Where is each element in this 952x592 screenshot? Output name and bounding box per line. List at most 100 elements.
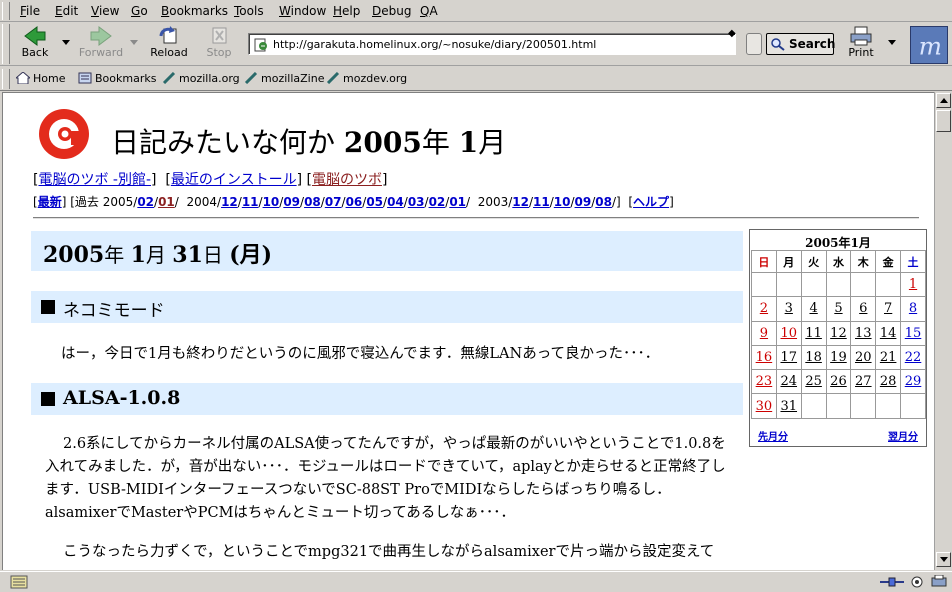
calendar-day-cell[interactable]: 22 (900, 344, 926, 371)
calendar-day-link[interactable]: 24 (780, 374, 797, 389)
menu-file[interactable]: File (20, 4, 40, 18)
bookmark-mozillazine[interactable]: mozillaZine (244, 71, 324, 85)
archive-month-link[interactable]: 08 (304, 195, 321, 209)
calendar-next-month-link[interactable]: 翌月分 (888, 428, 918, 443)
archive-latest-link[interactable]: 最新 (38, 195, 62, 209)
calendar-day-cell[interactable]: 25 (800, 369, 827, 395)
archive-month-link[interactable]: 11 (533, 195, 550, 209)
vertical-scrollbar[interactable] (934, 92, 952, 570)
calendar-day-link[interactable]: 8 (909, 301, 917, 316)
forward-button[interactable]: Forward (76, 24, 126, 64)
calendar-day-link[interactable]: 12 (830, 326, 847, 341)
calendar-day-cell[interactable]: 16 (751, 344, 777, 371)
print-button[interactable]: Print (836, 24, 886, 64)
bookbar-grip[interactable] (2, 69, 10, 89)
calendar-day-link[interactable]: 14 (880, 326, 897, 341)
menu-tools[interactable]: Tools (234, 4, 264, 18)
url-bar[interactable]: http://garakuta.homelinux.org/~nosuke/di… (248, 33, 736, 55)
forward-dropdown-icon[interactable] (130, 40, 138, 45)
print-dropdown-icon[interactable] (888, 40, 896, 45)
archive-month-link[interactable]: 07 (325, 195, 342, 209)
calendar-day-link[interactable]: 27 (855, 374, 872, 389)
archive-month-link[interactable]: 01 (449, 195, 466, 209)
menubar-grip[interactable] (2, 2, 10, 20)
calendar-day-cell[interactable]: 24 (775, 369, 802, 395)
scroll-thumb[interactable] (936, 110, 951, 132)
calendar-prev-month-link[interactable]: 先月分 (758, 428, 788, 443)
bookmark-bookmarks[interactable]: Bookmarks (78, 72, 156, 85)
calendar-day-cell[interactable]: 21 (875, 344, 902, 371)
calendar-day-cell[interactable]: 23 (751, 369, 777, 395)
online-status-icon[interactable] (880, 575, 904, 589)
calendar-day-cell[interactable]: 31 (775, 393, 802, 419)
archive-month-link[interactable]: 08 (595, 195, 612, 209)
calendar-day-link[interactable]: 29 (905, 374, 922, 389)
calendar-day-cell[interactable]: 17 (775, 344, 802, 371)
calendar-day-cell[interactable]: 11 (800, 320, 827, 346)
calendar-day-link[interactable]: 22 (905, 350, 922, 365)
calendar-day-link[interactable]: 15 (905, 326, 922, 341)
search-button[interactable]: Search (766, 33, 835, 55)
archive-help-link[interactable]: ヘルプ (633, 195, 669, 209)
calendar-day-cell[interactable]: 12 (825, 320, 852, 346)
archive-month-link[interactable]: 04 (387, 195, 404, 209)
security-icon[interactable] (908, 575, 926, 589)
calendar-day-cell[interactable]: 10 (775, 320, 802, 346)
calendar-day-link[interactable]: 10 (780, 326, 797, 341)
archive-month-link[interactable]: 09 (283, 195, 300, 209)
calendar-day-link[interactable]: 25 (805, 374, 822, 389)
page-proxy-icon[interactable] (253, 37, 269, 53)
archive-month-link[interactable]: 12 (512, 195, 529, 209)
calendar-day-link[interactable]: 23 (756, 374, 773, 389)
calendar-day-cell[interactable]: 18 (800, 344, 827, 371)
print-preview-icon[interactable] (930, 575, 948, 589)
archive-month-link[interactable]: 02 (429, 195, 446, 209)
calendar-day-link[interactable]: 5 (834, 301, 842, 316)
url-text[interactable]: http://garakuta.homelinux.org/~nosuke/di… (273, 38, 596, 51)
back-dropdown-icon[interactable] (62, 40, 70, 45)
stop-button[interactable]: Stop (194, 24, 244, 64)
archive-month-link[interactable]: 03 (408, 195, 425, 209)
calendar-day-link[interactable]: 13 (855, 326, 872, 341)
archive-month-link[interactable]: 06 (346, 195, 363, 209)
bookmark-home[interactable]: Home (14, 71, 65, 85)
menu-bookmarks[interactable]: Bookmarks (161, 4, 228, 18)
calendar-day-link[interactable]: 2 (760, 301, 768, 316)
archive-month-link[interactable]: 10 (554, 195, 571, 209)
calendar-day-link[interactable]: 21 (880, 350, 897, 365)
calendar-day-cell[interactable]: 13 (850, 320, 877, 346)
calendar-day-cell[interactable]: 6 (850, 296, 877, 322)
back-button[interactable]: Back (10, 24, 60, 64)
calendar-day-cell[interactable]: 29 (900, 369, 926, 395)
calendar-day-link[interactable]: 17 (780, 350, 797, 365)
calendar-day-link[interactable]: 11 (805, 326, 822, 341)
calendar-day-link[interactable]: 18 (805, 350, 822, 365)
calendar-day-cell[interactable]: 28 (875, 369, 902, 395)
calendar-day-link[interactable]: 9 (760, 326, 768, 341)
calendar-day-cell[interactable]: 8 (900, 296, 926, 322)
link-dennou-bekkan[interactable]: 電脳のツボ -別館- (38, 172, 151, 188)
calendar-day-link[interactable]: 16 (756, 350, 773, 365)
archive-month-link[interactable]: 02 (137, 195, 154, 209)
calendar-day-cell[interactable]: 9 (751, 320, 777, 346)
menu-qa[interactable]: QA (420, 4, 438, 18)
calendar-day-link[interactable]: 20 (855, 350, 872, 365)
archive-month-link[interactable]: 09 (575, 195, 592, 209)
component-bar-icon[interactable] (10, 575, 28, 589)
calendar-day-cell[interactable]: 20 (850, 344, 877, 371)
bookmark-mozilla-org[interactable]: mozilla.org (162, 71, 240, 85)
calendar-day-link[interactable]: 30 (756, 399, 773, 414)
calendar-day-cell[interactable]: 14 (875, 320, 902, 346)
menu-go[interactable]: Go (131, 4, 148, 18)
menu-window[interactable]: Window (279, 4, 326, 18)
menu-view[interactable]: View (91, 4, 119, 18)
calendar-day-link[interactable]: 19 (830, 350, 847, 365)
calendar-day-link[interactable]: 28 (880, 374, 897, 389)
calendar-day-cell[interactable]: 7 (875, 296, 902, 322)
calendar-day-cell[interactable]: 2 (751, 296, 777, 322)
archive-month-link[interactable]: 10 (263, 195, 280, 209)
archive-month-link[interactable]: 12 (221, 195, 238, 209)
calendar-day-cell[interactable]: 27 (850, 369, 877, 395)
calendar-day-link[interactable]: 4 (809, 301, 817, 316)
link-dennou-tsubo[interactable]: 電脳のツボ (312, 172, 382, 188)
